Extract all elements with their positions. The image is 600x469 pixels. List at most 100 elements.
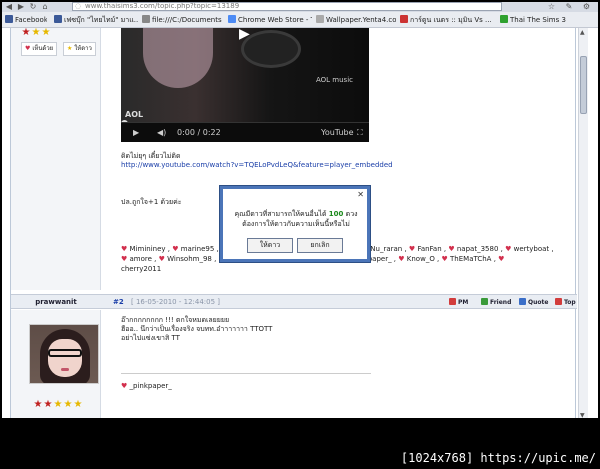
confirm-give-star-button[interactable]: ให้ดาว bbox=[247, 238, 293, 253]
facebook-icon bbox=[54, 15, 62, 23]
bookmark-label: การ์ตูน เนตร :: มุมิน Vs ... bbox=[410, 16, 492, 24]
post1-ps: ปล.ถูกใจ+1 ด้วยค่ะ bbox=[121, 198, 182, 206]
thanks-user[interactable]: Winsohm_98 bbox=[167, 255, 212, 263]
bookmarks-bar: Facebook เฟซบุ๊ก "ไทยไทม์" มาแ... file:/… bbox=[2, 12, 598, 28]
play-overlay-icon[interactable]: ▶ bbox=[239, 28, 250, 42]
thanks-user[interactable]: FanFan bbox=[417, 245, 441, 253]
image-watermark: [1024x768] https://upic.me/ bbox=[400, 451, 596, 465]
post1-author-column: ★★★ ♥ เห็นด้วย ★ ให้ดาว bbox=[11, 28, 101, 290]
bookmark-label: Facebook bbox=[15, 16, 47, 24]
rank-stars: ★★★★★ bbox=[33, 400, 83, 410]
thanks-user[interactable]: ThEMaTChA bbox=[450, 255, 491, 263]
bookmark-chrome-store[interactable]: Chrome Web Store - T... bbox=[228, 15, 312, 26]
bookmark-label: Wallpaper.Yenta4.co... bbox=[326, 16, 396, 24]
scroll-up-icon[interactable]: ▲ bbox=[580, 29, 585, 36]
dialog-question: ต้องการให้ดาวกับความเห็นนี้หรือไม่ bbox=[242, 220, 350, 228]
bookmark-thai-sims[interactable]: Thai The Sims 3 bbox=[500, 15, 572, 26]
post1-text: ดิดไม่ยุๆ เดี๋ยวไม่ติด bbox=[121, 152, 181, 160]
bookmark-label: file:///C:/Documents ... bbox=[152, 16, 224, 24]
mail-icon bbox=[449, 298, 456, 305]
quote-button[interactable]: Quote bbox=[519, 298, 548, 306]
post2-header: prawwanit #2 [ 16-05-2010 - 12:44:05 ] P… bbox=[11, 294, 577, 309]
video-time: 0:00 / 0:22 bbox=[177, 128, 221, 137]
thanks-user[interactable]: wertyboat bbox=[514, 245, 550, 253]
scroll-thumb[interactable] bbox=[580, 56, 587, 114]
forward-icon[interactable]: ▶ bbox=[16, 2, 26, 12]
heart-icon: ♥ bbox=[25, 45, 31, 52]
cancel-button[interactable]: ยกเลิก bbox=[297, 238, 343, 253]
reload-icon[interactable]: ↻ bbox=[28, 2, 38, 12]
post2-author[interactable]: prawwanit bbox=[17, 298, 95, 306]
facebook-icon bbox=[5, 15, 13, 23]
video-microphone bbox=[241, 30, 301, 68]
rank-stars: ★★★ bbox=[21, 28, 51, 38]
star-icon: ★ bbox=[53, 399, 63, 410]
star-icon: ★ bbox=[43, 399, 53, 410]
bookmark-facebook[interactable]: Facebook bbox=[5, 15, 47, 26]
quote-label: Quote bbox=[528, 299, 549, 306]
top-label: Top bbox=[564, 299, 576, 306]
video-player[interactable]: ▶ AOL music AOL ▶ ◀) 0:00 / 0:22 YouTube… bbox=[121, 28, 369, 142]
avatar-glasses bbox=[48, 349, 82, 357]
heart-icon: ♥ bbox=[158, 255, 165, 263]
thanks-user[interactable]: marine95 bbox=[181, 245, 215, 253]
post2-number[interactable]: #2 bbox=[113, 298, 124, 306]
star-icon: ★ bbox=[73, 399, 83, 410]
avatar-lips bbox=[61, 368, 69, 371]
arrow-up-icon bbox=[555, 298, 562, 305]
thanks-user[interactable]: Mimininey bbox=[130, 245, 166, 253]
back-icon[interactable]: ◀ bbox=[4, 2, 14, 12]
star-icon: ★ bbox=[41, 28, 51, 38]
page-content: ★★★ ♥ เห็นด้วย ★ ให้ดาว ▶ AOL music AOL … bbox=[2, 28, 598, 418]
give-star-button[interactable]: ★ ให้ดาว bbox=[63, 42, 96, 56]
friend-button[interactable]: Friend bbox=[481, 298, 511, 306]
bookmark-label: เฟซบุ๊ก "ไทยไทม์" มาแ... bbox=[64, 16, 138, 24]
top-button[interactable]: Top bbox=[555, 298, 576, 306]
browser-menu-icons[interactable]: ☆ ✎ ⚙ bbox=[548, 2, 594, 11]
dialog-message: คุณมีดาวที่สามารถให้คนอื่นได้ 100 ดวง ต้… bbox=[227, 209, 365, 229]
play-icon[interactable]: ▶ bbox=[133, 128, 139, 137]
dialog-text: คุณมีดาวที่สามารถให้คนอื่นได้ bbox=[234, 210, 327, 218]
post2-line2: ฮืออ.. นึกว่าเป็นเรื่องจริง จบทท.อ๋าาาาา… bbox=[121, 325, 273, 333]
pm-button[interactable]: PM bbox=[449, 298, 468, 306]
thanks-user[interactable]: Nu_raran bbox=[370, 245, 402, 253]
browser-window: ◀ ▶ ↻ ⌂ ◌ www.thaisims3.com/topic.php?to… bbox=[0, 0, 600, 420]
bookmark-wallpaper[interactable]: Wallpaper.Yenta4.co... bbox=[316, 15, 396, 26]
youtube-link[interactable]: http://www.youtube.com/watch?v=TQELoPvdL… bbox=[121, 161, 393, 170]
address-bar: ◀ ▶ ↻ ⌂ ◌ www.thaisims3.com/topic.php?to… bbox=[2, 2, 598, 12]
thanks-user[interactable]: napat_3580 bbox=[457, 245, 499, 253]
sims-plumbob-icon bbox=[500, 15, 508, 23]
scroll-down-icon[interactable]: ▼ bbox=[580, 412, 585, 418]
heart-icon: ♥ bbox=[121, 382, 128, 390]
bookmark-label: Chrome Web Store - T... bbox=[238, 16, 312, 24]
home-icon[interactable]: ⌂ bbox=[40, 2, 50, 12]
thanks-user[interactable]: amore bbox=[130, 255, 152, 263]
star-icon: ★ bbox=[63, 399, 73, 410]
user-avatar[interactable] bbox=[29, 324, 99, 384]
star-icon: ★ bbox=[21, 28, 31, 38]
url-input[interactable]: ◌ www.thaisims3.com/topic.php?topic=1318… bbox=[72, 2, 502, 11]
bookmark-cartoon[interactable]: การ์ตูน เนตร :: มุมิน Vs ... bbox=[400, 15, 494, 26]
give-star-label: ให้ดาว bbox=[74, 45, 92, 52]
friend-label: Friend bbox=[490, 299, 512, 306]
bookmark-facebook-thai[interactable]: เฟซบุ๊ก "ไทยไทม์" มาแ... bbox=[54, 15, 138, 26]
heart-icon: ♥ bbox=[498, 255, 505, 263]
globe-icon: ◌ bbox=[75, 2, 82, 10]
signature-text[interactable]: _pinkpaper_ bbox=[130, 382, 172, 390]
page-icon bbox=[316, 15, 324, 23]
fullscreen-icon[interactable]: ⛶ bbox=[357, 128, 363, 138]
youtube-logo[interactable]: YouTube bbox=[321, 128, 354, 137]
signature-divider bbox=[121, 373, 371, 374]
agree-button[interactable]: ♥ เห็นด้วย bbox=[21, 42, 58, 56]
close-icon[interactable]: ✕ bbox=[357, 190, 364, 199]
heart-icon: ♥ bbox=[121, 255, 128, 263]
heart-icon: ♥ bbox=[441, 255, 448, 263]
heart-icon: ♥ bbox=[505, 245, 512, 253]
thanks-user[interactable]: cherry2011 bbox=[121, 265, 161, 273]
star-icon: ★ bbox=[31, 28, 41, 38]
thanks-user[interactable]: Know_O bbox=[407, 255, 435, 263]
volume-icon[interactable]: ◀) bbox=[157, 128, 166, 137]
page-scrollbar[interactable]: ▲ ▼ bbox=[578, 28, 588, 418]
bookmark-file[interactable]: file:///C:/Documents ... bbox=[142, 15, 224, 26]
cartoon-icon bbox=[400, 15, 408, 23]
